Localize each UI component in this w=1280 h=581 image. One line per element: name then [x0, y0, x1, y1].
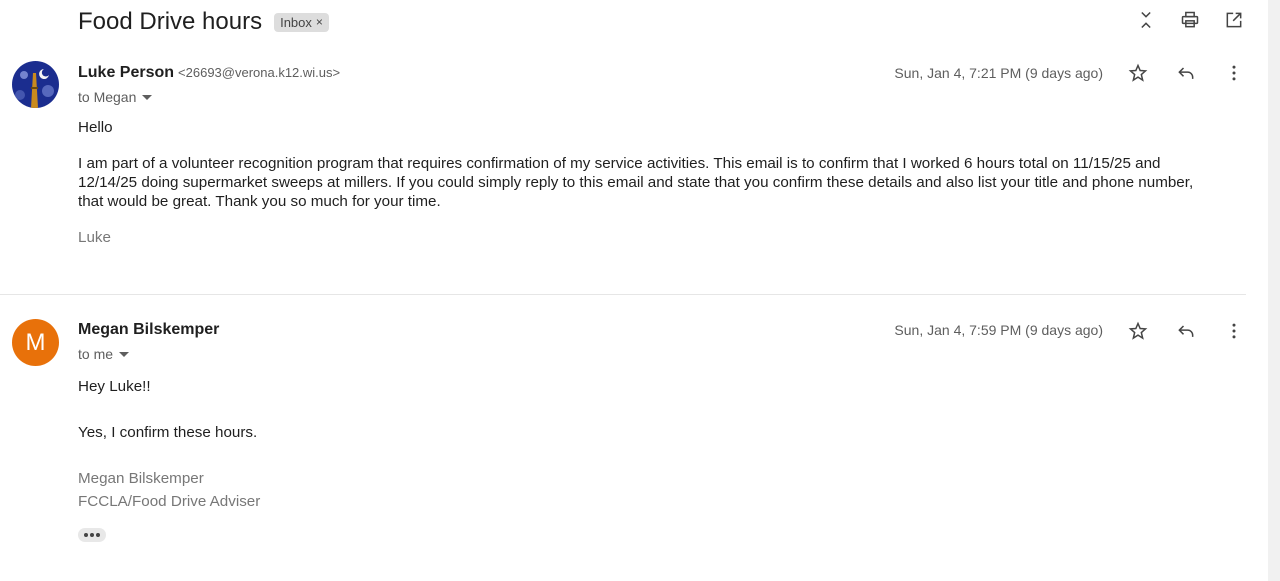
sender-name[interactable]: Megan Bilskemper [78, 321, 219, 339]
dot [90, 533, 94, 537]
signature-name: Megan Bilskemper [78, 470, 204, 487]
reply-icon[interactable] [1174, 319, 1198, 343]
star-icon[interactable] [1126, 319, 1150, 343]
message-date: Sun, Jan 4, 7:59 PM (9 days ago) [894, 322, 1103, 338]
dot [96, 533, 100, 537]
signature-title: FCCLA/Food Drive Adviser [78, 493, 261, 510]
show-trimmed-content-button[interactable] [78, 528, 106, 542]
message-2: M Megan Bilskemper to me Sun, Jan 4, 7:5… [0, 0, 1246, 581]
sender-line: Megan Bilskemper [78, 321, 219, 339]
recipient-details-toggle[interactable]: to me [78, 346, 130, 362]
message-body: Hey Luke!! Yes, I confirm these hours. M… [78, 377, 1208, 511]
more-vert-icon[interactable] [1222, 319, 1246, 343]
recipient-text: to me [78, 346, 114, 362]
message-actions [1126, 319, 1246, 343]
avatar[interactable]: M [12, 319, 59, 366]
greeting: Hey Luke!! [78, 378, 151, 395]
scrollbar[interactable] [1268, 0, 1280, 581]
body-paragraph: Yes, I confirm these hours. [78, 424, 258, 441]
dot [84, 533, 88, 537]
chevron-down-icon [119, 351, 130, 357]
